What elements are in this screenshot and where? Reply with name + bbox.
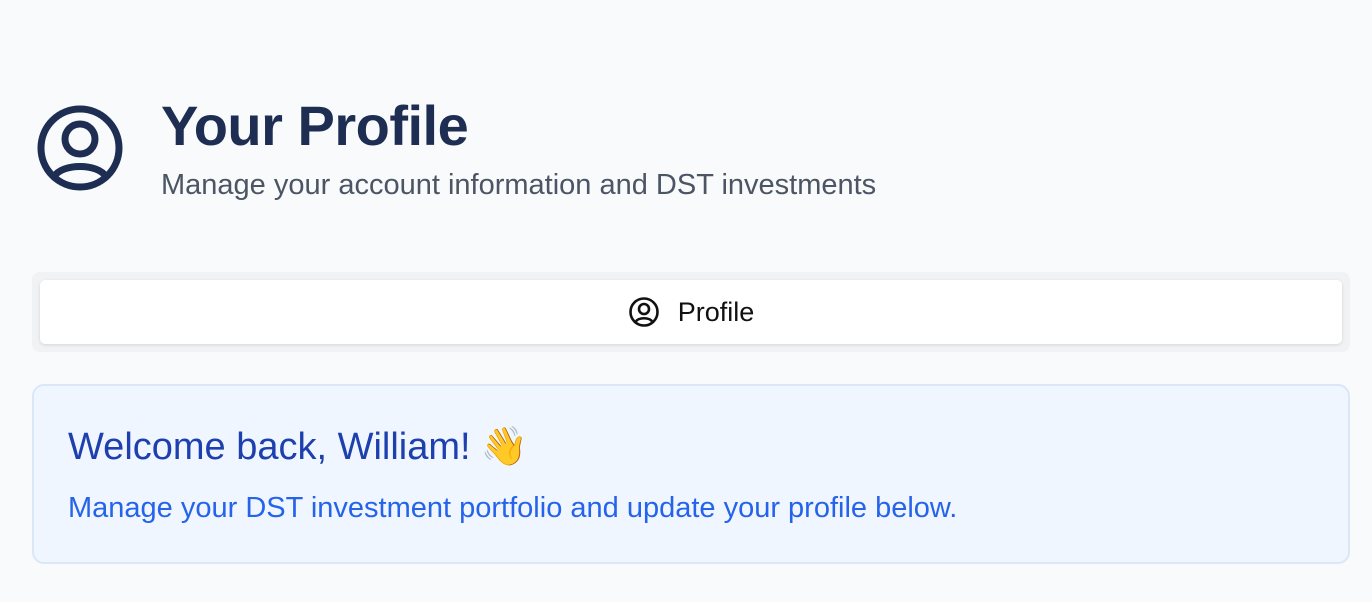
tab-profile-label: Profile bbox=[677, 296, 755, 327]
page-header: Your Profile Manage your account informa… bbox=[35, 96, 876, 202]
waving-hand-icon: 👋 bbox=[480, 426, 528, 468]
welcome-title-text: Welcome back, William! bbox=[68, 426, 471, 468]
welcome-message: Manage your DST investment portfolio and… bbox=[68, 492, 958, 524]
user-circle-icon bbox=[37, 105, 123, 191]
header-text: Your Profile Manage your account informa… bbox=[161, 96, 876, 202]
user-circle-icon bbox=[628, 297, 659, 327]
welcome-card: Welcome back, William! 👋 Manage your DST… bbox=[32, 384, 1350, 564]
tabs-bar: Profile bbox=[32, 272, 1350, 352]
tab-profile[interactable]: Profile bbox=[40, 280, 1342, 344]
welcome-title: Welcome back, William! 👋 bbox=[68, 424, 1314, 470]
page-subtitle: Manage your account information and DST … bbox=[161, 169, 877, 201]
page-title: Your Profile bbox=[161, 94, 469, 157]
